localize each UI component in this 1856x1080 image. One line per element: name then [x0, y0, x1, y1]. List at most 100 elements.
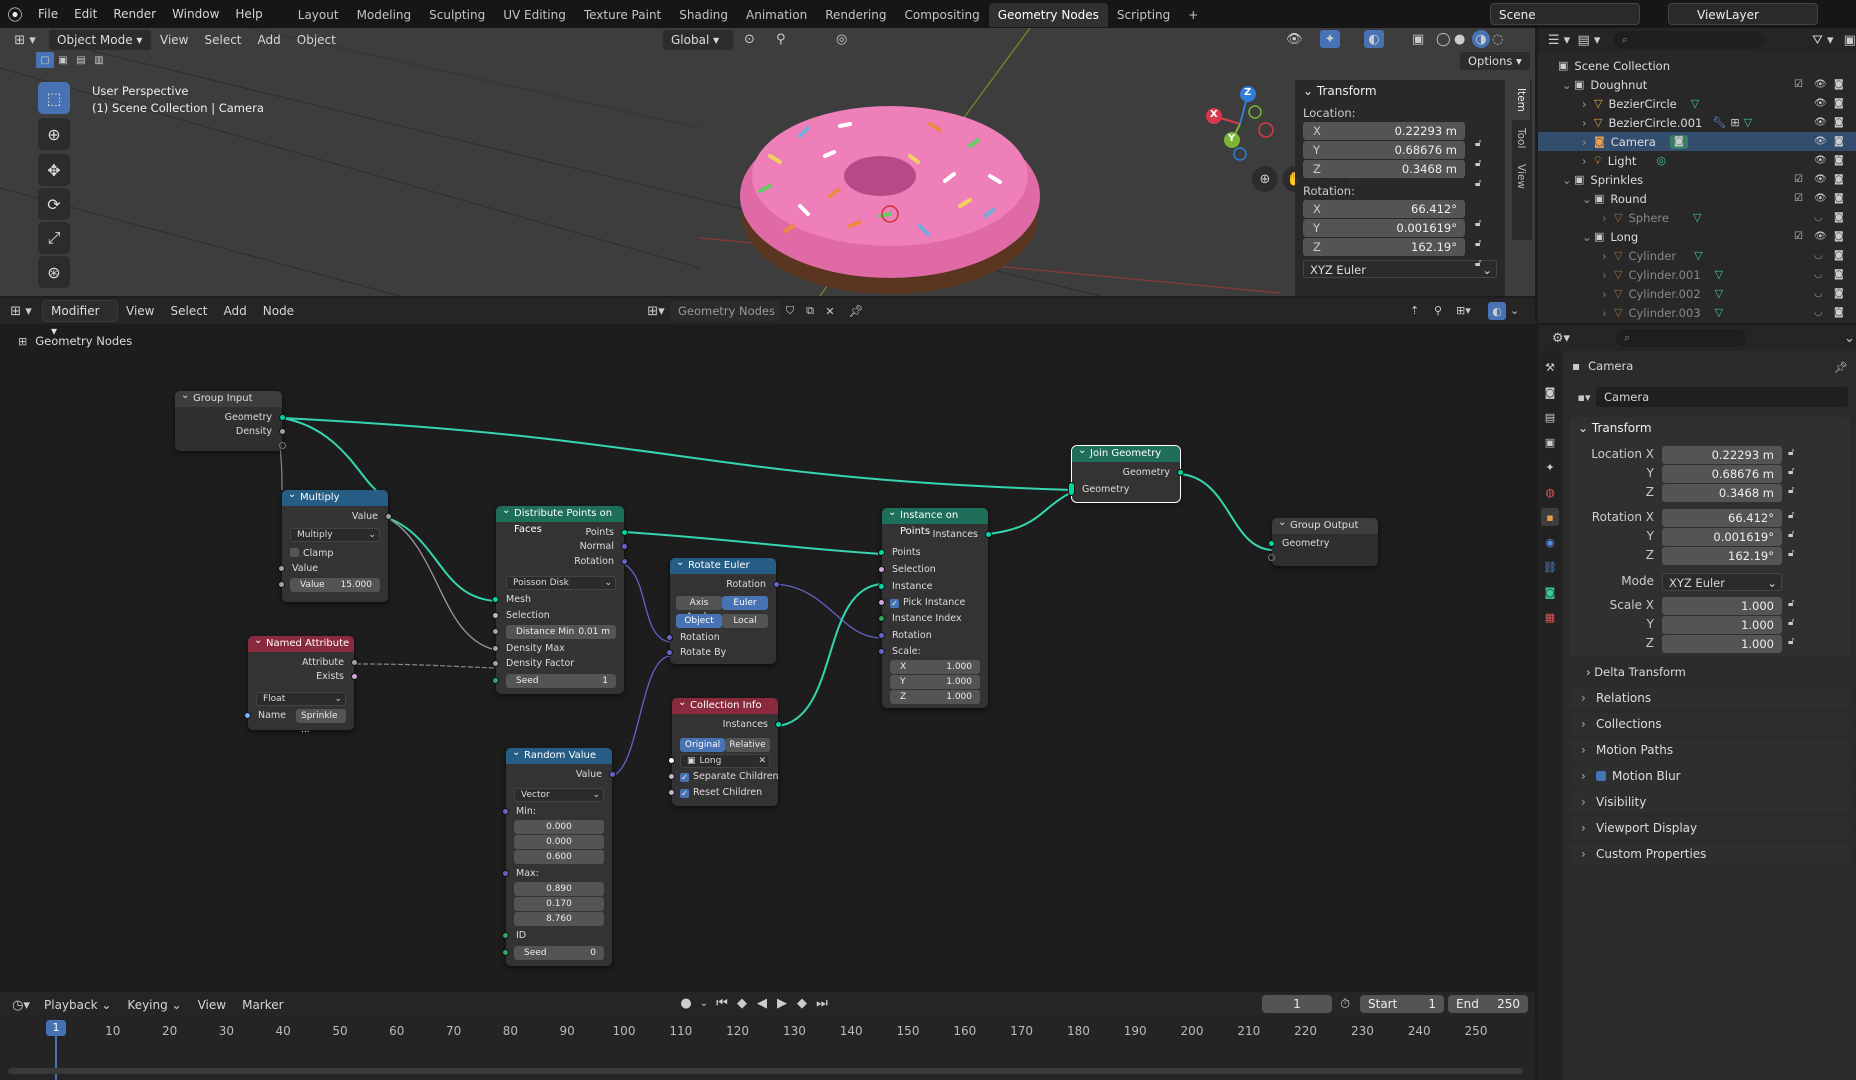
- output-socket-points[interactable]: [621, 529, 628, 536]
- section-viewport-display[interactable]: Viewport Display: [1570, 817, 1850, 839]
- input-socket-distance-min[interactable]: [492, 628, 499, 635]
- min-y-field[interactable]: 0.000: [514, 835, 604, 849]
- eye-icon[interactable]: 👁: [1814, 117, 1827, 128]
- object-datablock-icon[interactable]: ▪▾: [1572, 391, 1596, 404]
- gizmo-toggle-icon[interactable]: ✦: [1320, 30, 1340, 48]
- editor-type-icon[interactable]: ⚙▾: [1546, 331, 1576, 346]
- donut-model[interactable]: [730, 96, 1050, 296]
- viewport-menu-view[interactable]: View: [152, 28, 196, 52]
- npanel-location-z[interactable]: Z 0.3468 m: [1303, 160, 1465, 178]
- max-y-field[interactable]: 0.170: [514, 897, 604, 911]
- input-socket-mesh[interactable]: [492, 596, 499, 603]
- euler-toggle[interactable]: Euler: [722, 596, 768, 610]
- tab-geometry-nodes[interactable]: Geometry Nodes: [988, 3, 1108, 27]
- tab-sculpting[interactable]: Sculpting: [420, 3, 494, 27]
- pin-icon[interactable]: 📌︎: [1834, 361, 1848, 374]
- options-dropdown-icon[interactable]: ⌄: [1844, 331, 1855, 346]
- outliner[interactable]: ☰ ▾ ▤ ▾ ⌕ ⛛ ▾ ▣ ▣ Scene Collection ⌄ ▣ Doug…: [1538, 28, 1856, 323]
- proportional-edit-icon[interactable]: ◎: [836, 32, 847, 47]
- current-frame-field[interactable]: 1: [1262, 995, 1332, 1013]
- record-options-icon[interactable]: ⌄: [696, 998, 712, 1009]
- lock-icon[interactable]: 🔓︎: [1788, 447, 1794, 458]
- data-tab-icon[interactable]: ◙: [1541, 583, 1559, 601]
- rotation-y-field[interactable]: 0.001619°: [1662, 528, 1782, 546]
- node-multiply[interactable]: Multiply Value Multiply⌄ Clamp Value Val…: [278, 487, 392, 602]
- input-socket-rotation[interactable]: [878, 632, 885, 639]
- camera-render-icon[interactable]: ◙: [1834, 269, 1844, 280]
- input-socket-selection[interactable]: [878, 566, 885, 573]
- node-group-input[interactable]: Group Input Geometry Density: [175, 388, 286, 451]
- min-x-field[interactable]: 0.000: [514, 820, 604, 834]
- input-socket-geometry[interactable]: [1268, 540, 1275, 547]
- options-button[interactable]: Options ▾: [1460, 52, 1530, 70]
- location-y-field[interactable]: 0.68676 m: [1662, 465, 1782, 483]
- timeline-menu-playback[interactable]: Playback ⌄: [36, 993, 119, 1017]
- tab-texture-paint[interactable]: Texture Paint: [575, 3, 670, 27]
- render-tab-icon[interactable]: ◙: [1541, 383, 1559, 401]
- outliner-item-cylinder-002[interactable]: › ▽ Cylinder.002 ▽ ◡ ◙: [1538, 284, 1856, 303]
- input-socket-separate-children[interactable]: [668, 773, 675, 780]
- node-collection-info[interactable]: Collection Info Instances Original Relat…: [668, 695, 782, 806]
- editor-type-icon[interactable]: ☰ ▾: [1544, 33, 1574, 48]
- world-tab-icon[interactable]: ◍: [1541, 483, 1559, 501]
- node-named-attribute[interactable]: Named Attribute Attribute Exists Float⌄ …: [244, 633, 358, 735]
- outliner-item-sprinkles[interactable]: ⌄ ▣ Sprinkles ☑ 👁 ◙: [1538, 170, 1856, 189]
- next-keyframe-icon[interactable]: ◆: [792, 996, 812, 1011]
- input-socket-geometry[interactable]: [1068, 482, 1075, 496]
- camera-render-icon[interactable]: ◙: [1834, 231, 1844, 242]
- tab-rendering[interactable]: Rendering: [816, 3, 895, 27]
- outliner-item-cylinder-003[interactable]: › ▽ Cylinder.003 ▽ ◡ ◙: [1538, 303, 1856, 322]
- eye-icon[interactable]: 👁: [1814, 174, 1827, 185]
- separate-children-checkbox[interactable]: ✓ Separate Children: [680, 771, 779, 782]
- tab-view[interactable]: View: [1512, 156, 1530, 197]
- section-relations[interactable]: Relations: [1570, 687, 1850, 709]
- timeline-menu-view[interactable]: View: [190, 993, 234, 1017]
- input-socket-value[interactable]: [278, 565, 285, 572]
- scale-y-field[interactable]: 1.000: [1662, 616, 1782, 634]
- npanel-rotation-z[interactable]: Z 162.19°: [1303, 238, 1465, 256]
- tab-modeling[interactable]: Modeling: [348, 3, 421, 27]
- timeline-ruler[interactable]: 10 20 30 40 50 60 70 80 90 100 110 120 130 140 150 160 1…: [0, 1018, 1535, 1080]
- camera-render-icon[interactable]: ◙: [1834, 98, 1844, 109]
- clear-x-icon[interactable]: ✕: [758, 755, 769, 767]
- output-socket-geometry[interactable]: [1177, 469, 1184, 476]
- properties-search[interactable]: ⌕: [1616, 329, 1746, 347]
- camera-render-icon[interactable]: ◙: [1834, 193, 1844, 204]
- lock-icon[interactable]: 🔓︎: [1475, 238, 1481, 249]
- name-field[interactable]: Sprinkle ...: [296, 709, 346, 735]
- prev-keyframe-icon[interactable]: ◆: [732, 996, 752, 1011]
- output-socket-instances[interactable]: [985, 531, 992, 538]
- section-motion-blur[interactable]: Motion Blur: [1570, 765, 1850, 787]
- input-socket-rotate-by[interactable]: [666, 649, 673, 656]
- node-instance-on-points[interactable]: Instance on Points Instances Points Sele…: [878, 505, 992, 708]
- new-collection-icon[interactable]: ▣: [1844, 33, 1856, 48]
- scale-x-field[interactable]: X 1.000: [890, 660, 980, 674]
- timeline[interactable]: ◷▾ Playback ⌄ Keying ⌄ View Marker ● ⌄ ⏮…: [0, 992, 1535, 1080]
- output-socket-rotation[interactable]: [773, 581, 780, 588]
- menu-edit[interactable]: Edit: [66, 0, 105, 28]
- scene-tab-icon[interactable]: ✦: [1541, 458, 1559, 476]
- tab-scripting[interactable]: Scripting: [1108, 3, 1179, 27]
- input-socket-points[interactable]: [878, 549, 885, 556]
- input-socket-instance[interactable]: [878, 583, 885, 590]
- output-socket-value[interactable]: [609, 771, 616, 778]
- checkbox-icon[interactable]: ☑: [1794, 79, 1803, 90]
- max-z-field[interactable]: 8.760: [514, 912, 604, 926]
- viewport-menu-add[interactable]: Add: [250, 28, 289, 52]
- jump-end-icon[interactable]: ⏭: [812, 996, 832, 1011]
- outliner-item-light[interactable]: › 💡︎ Light ◎ 👁 ◙: [1538, 151, 1856, 170]
- tool-tab-icon[interactable]: ⚒: [1541, 358, 1559, 376]
- tab-tool[interactable]: Tool: [1512, 120, 1530, 156]
- shading-wireframe-icon[interactable]: ◯: [1436, 32, 1451, 47]
- input-socket-scale[interactable]: [878, 648, 885, 655]
- npanel-rotation-y[interactable]: Y 0.001619°: [1303, 219, 1465, 237]
- timeline-scrollbar[interactable]: [8, 1068, 1523, 1074]
- play-icon[interactable]: ▶: [772, 996, 792, 1011]
- filter-icon[interactable]: ⛛ ▾: [1812, 33, 1834, 48]
- camera-render-icon[interactable]: ◙: [1834, 307, 1844, 318]
- outliner-item-long[interactable]: ⌄ ▣ Long ☑ 👁 ◙: [1538, 227, 1856, 246]
- camera-render-icon[interactable]: ◙: [1834, 288, 1844, 299]
- transform-section-header[interactable]: ⌄ Transform: [1570, 417, 1850, 439]
- scale-y-field[interactable]: Y 1.000: [890, 675, 980, 689]
- lock-icon[interactable]: 🔓︎: [1475, 218, 1481, 229]
